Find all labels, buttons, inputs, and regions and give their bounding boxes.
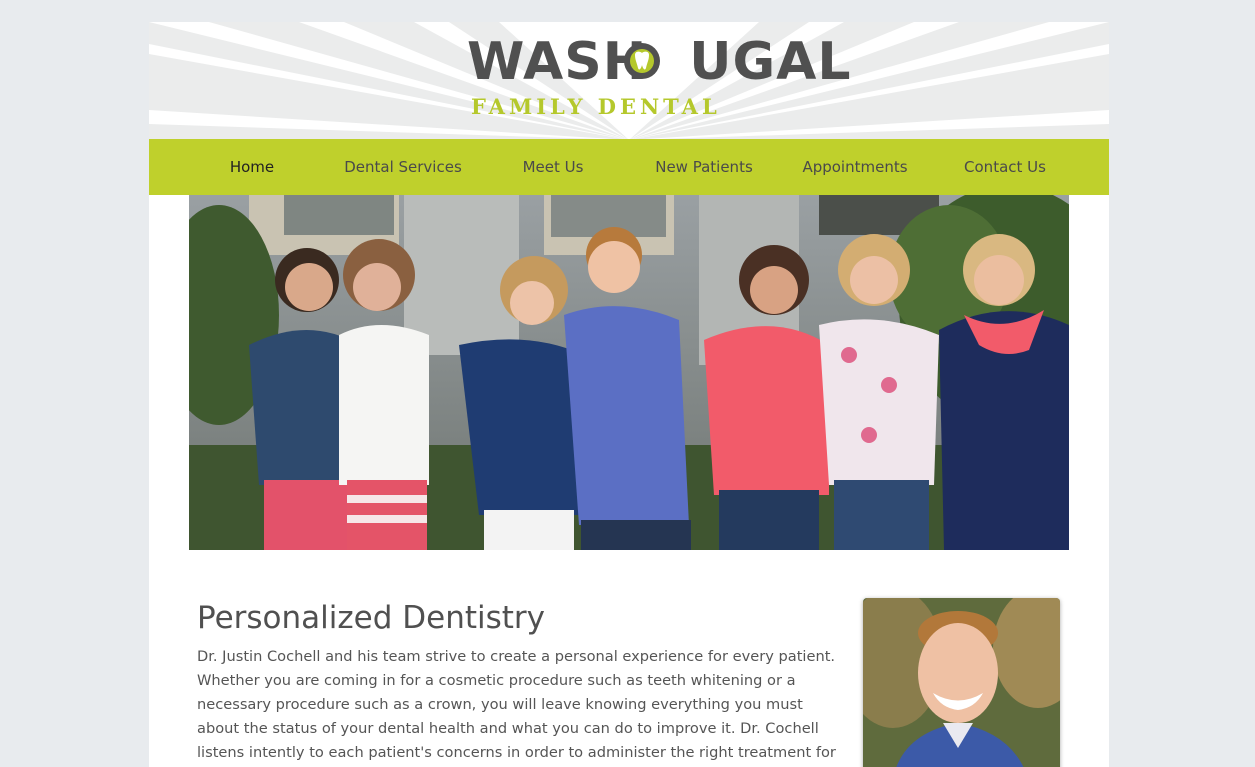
logo-text-part2: UGAL — [689, 32, 852, 92]
team-photo-illustration — [189, 195, 1069, 550]
logo-wordmark: WASH UGAL — [467, 34, 852, 90]
nav-item-home[interactable]: Home — [177, 139, 327, 195]
doctor-portrait-illustration — [863, 598, 1060, 767]
nav-item-new-patients[interactable]: New Patients — [629, 139, 779, 195]
nav-item-dental-services[interactable]: Dental Services — [328, 139, 478, 195]
site-header: WASH UGAL FAMILY DENTAL — [149, 22, 1109, 139]
page-container: WASH UGAL FAMILY DENTAL Home Dental Servi… — [149, 22, 1109, 767]
doctor-photo — [863, 598, 1060, 767]
nav-item-appointments[interactable]: Appointments — [780, 139, 930, 195]
site-logo[interactable]: WASH UGAL FAMILY DENTAL — [467, 34, 851, 134]
content-title: Personalized Dentistry — [197, 600, 546, 636]
nav-item-contact-us[interactable]: Contact Us — [930, 139, 1080, 195]
main-nav: Home Dental Services Meet Us New Patient… — [149, 139, 1109, 195]
nav-item-meet-us[interactable]: Meet Us — [478, 139, 628, 195]
content-body: Dr. Justin Cochell and his team strive t… — [197, 648, 836, 761]
logo-tagline: FAMILY DENTAL — [471, 94, 721, 119]
hero-team-photo — [189, 195, 1069, 550]
logo-text-part1: WASH — [467, 32, 648, 92]
